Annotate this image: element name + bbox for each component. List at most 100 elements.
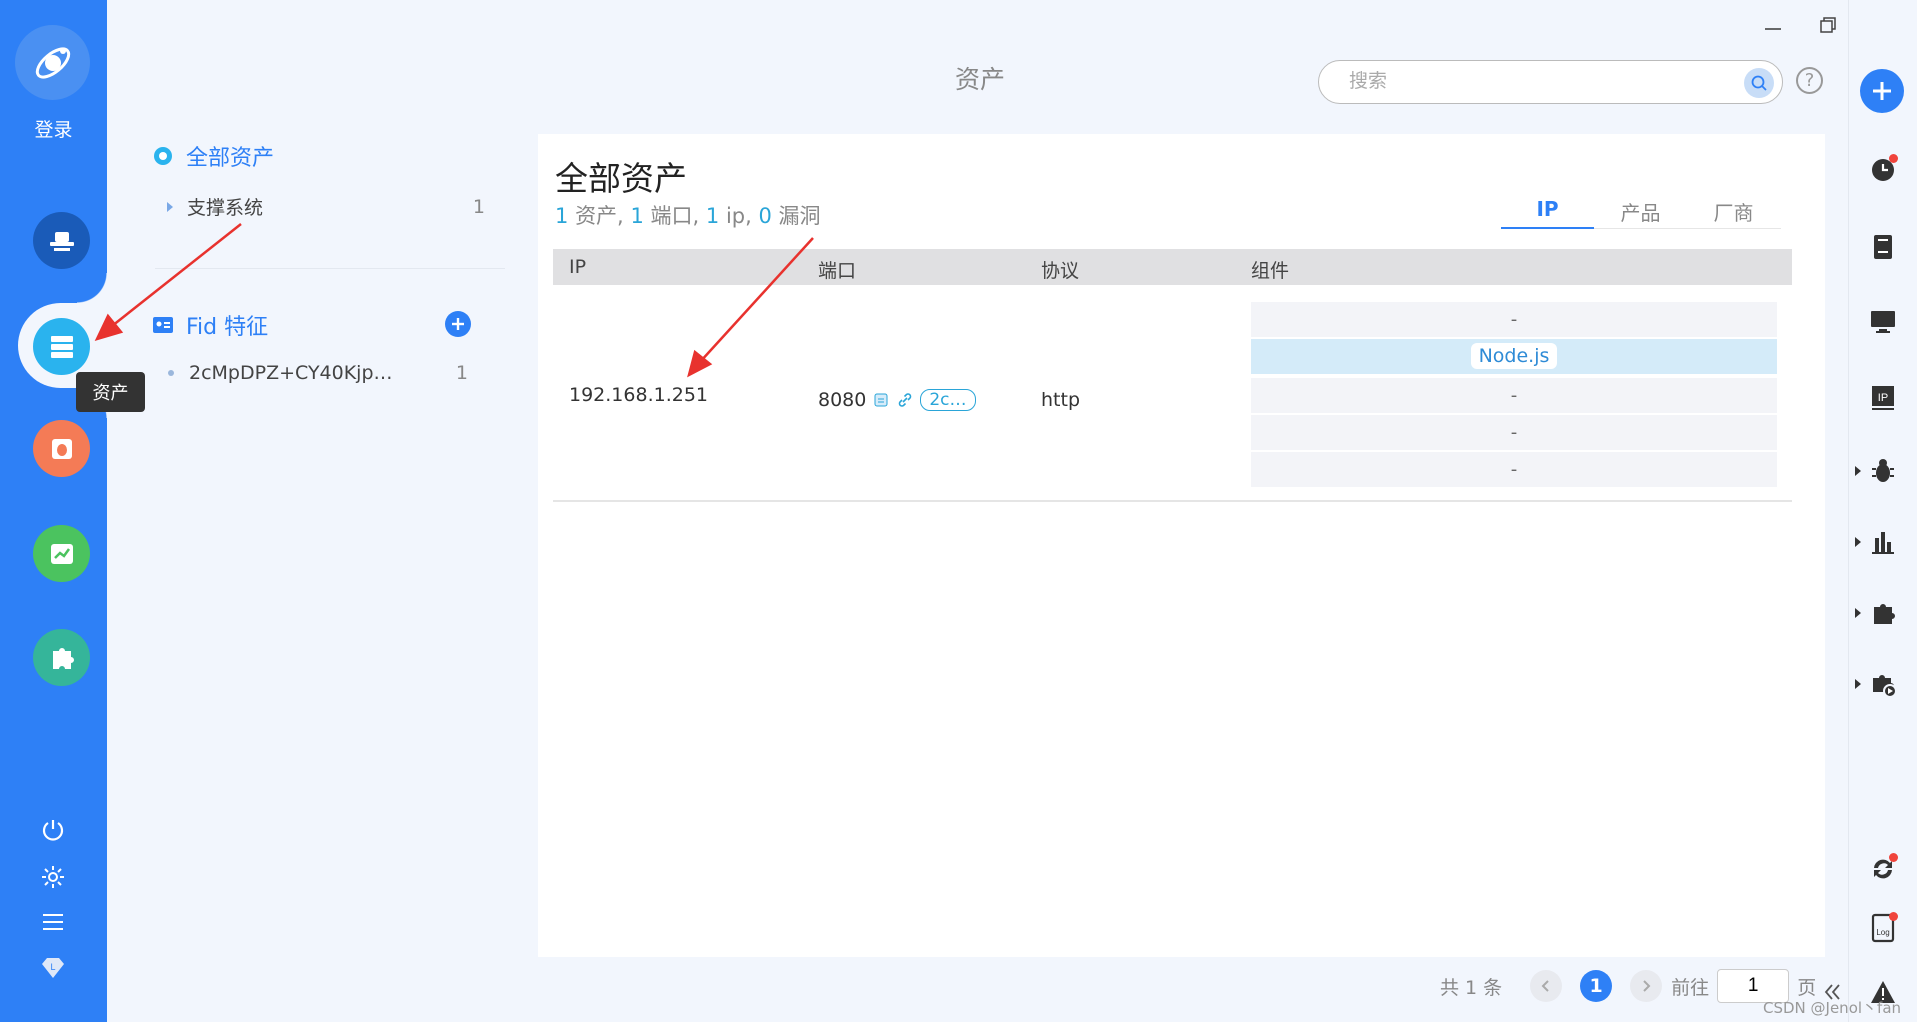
asset-stats: 1 资产, 1 端口, 1 ip, 0 漏洞 [555, 200, 821, 230]
doc-icon[interactable] [872, 391, 890, 409]
vuln-count: 0 [758, 204, 772, 228]
id-card-icon [153, 317, 173, 333]
assets-count: 1 [555, 204, 569, 228]
assets-tooltip: 资产 [76, 372, 145, 412]
chevron-right-icon [1643, 980, 1651, 992]
ip-label: ip, [725, 204, 752, 228]
minimize-icon [1765, 28, 1781, 30]
column-component[interactable]: 组件 [1251, 256, 1289, 283]
row-port-cell: 8080 2c… [818, 389, 976, 411]
link-icon[interactable] [896, 391, 914, 409]
expand-caret-icon [1855, 466, 1861, 476]
sidebar-all-assets[interactable]: 全部资产 [152, 140, 274, 172]
component-tag[interactable]: Node.js [1470, 343, 1558, 369]
nav-item-assets[interactable] [33, 318, 90, 375]
bug-icon [1872, 459, 1894, 482]
goto-label: 前往 [1671, 976, 1710, 999]
svg-text:L: L [50, 962, 55, 972]
fid-item-count: 1 [455, 362, 468, 384]
chevron-left-icon [1541, 980, 1549, 992]
nav-item-vulns[interactable] [33, 420, 90, 477]
ip-button[interactable]: IP [1863, 378, 1903, 418]
prev-page-button[interactable] [1530, 970, 1563, 1002]
log-button[interactable]: Log [1863, 908, 1903, 948]
table-header: IP 端口 协议 组件 [553, 249, 1792, 285]
caret-right-icon [167, 201, 173, 212]
history-button[interactable] [1863, 150, 1903, 190]
tab-product[interactable]: 产品 [1594, 189, 1687, 229]
search-input[interactable] [1349, 69, 1729, 95]
vuln-label: 漏洞 [778, 204, 821, 228]
plugin-run-button[interactable] [1855, 664, 1903, 704]
globe-icon [154, 147, 172, 165]
ports-count: 1 [630, 204, 644, 228]
menu-button[interactable] [37, 906, 69, 938]
gear-icon [42, 866, 64, 888]
chart-icon [50, 543, 73, 564]
puzzle-play-icon [1873, 675, 1897, 698]
minimize-button[interactable] [1755, 10, 1791, 40]
login-label[interactable]: 登录 [0, 115, 107, 142]
power-button[interactable] [37, 814, 69, 846]
expand-caret-icon [1855, 608, 1861, 618]
restore-button[interactable] [1810, 10, 1846, 40]
support-system-count: 1 [472, 195, 485, 218]
panel-title: 全部资产 [555, 159, 687, 198]
column-protocol[interactable]: 协议 [1041, 256, 1079, 283]
plugin-button[interactable] [1855, 593, 1903, 633]
view-tabs: IP 产品 厂商 [1501, 189, 1781, 229]
tab-vendor[interactable]: 厂商 [1687, 189, 1780, 229]
fid-tag[interactable]: 2c… [920, 389, 976, 411]
search-button[interactable] [1744, 68, 1774, 98]
page-number-current[interactable]: 1 [1580, 970, 1613, 1002]
nav-item-plugins[interactable] [33, 629, 90, 686]
sidebar-item-support-system[interactable]: 支撑系统 1 [165, 193, 485, 220]
monitor-button[interactable] [1863, 302, 1903, 342]
assets-label: 资产, [575, 204, 624, 228]
puzzle-icon [52, 647, 74, 669]
ip-count: 1 [705, 204, 720, 228]
sidebar-divider [155, 268, 505, 269]
document-button[interactable] [1863, 227, 1903, 267]
help-button[interactable]: ? [1796, 67, 1823, 94]
tab-ip[interactable]: IP [1501, 189, 1594, 229]
nav-item-hat[interactable] [33, 212, 90, 269]
component-item: - [1251, 302, 1777, 337]
component-item: - [1251, 378, 1777, 413]
plus-icon [1873, 82, 1891, 100]
vip-button[interactable]: L [37, 952, 69, 984]
expand-caret-icon [1855, 537, 1861, 547]
column-ip[interactable]: IP [569, 256, 586, 278]
search-box [1318, 60, 1783, 104]
sidebar-item-fid[interactable]: 2cMpDPZ+CY40Kjp… 1 [168, 362, 468, 384]
logo[interactable] [15, 25, 90, 100]
row-ip[interactable]: 192.168.1.251 [569, 384, 708, 406]
diamond-icon: L [42, 958, 64, 978]
settings-button[interactable] [37, 861, 69, 893]
sidebar-fid-header[interactable]: Fid 特征 [152, 309, 268, 341]
table-row[interactable]: 192.168.1.251 8080 2c… http - Node.js - … [553, 285, 1792, 502]
ports-label: 端口, [650, 204, 700, 228]
vuln-button[interactable] [1855, 451, 1903, 491]
notification-dot [1889, 912, 1898, 921]
column-port[interactable]: 端口 [818, 256, 856, 283]
svg-text:IP: IP [1878, 392, 1888, 404]
left-nav: 登录 L [0, 0, 107, 1022]
nav-item-stats[interactable] [33, 525, 90, 582]
sync-button[interactable] [1863, 849, 1903, 889]
component-item-highlighted[interactable]: Node.js [1251, 339, 1777, 374]
fid-title: Fid 特征 [186, 315, 269, 340]
add-task-button[interactable] [1860, 69, 1904, 113]
page-title: 资产 [954, 65, 1005, 94]
bullet-icon [168, 370, 174, 376]
next-page-button[interactable] [1630, 970, 1663, 1002]
stats-button[interactable] [1855, 522, 1903, 562]
ip-icon: IP [1872, 386, 1894, 410]
puzzle-icon [1874, 604, 1895, 624]
menu-icon [43, 914, 63, 930]
add-fid-button[interactable] [445, 311, 471, 337]
plus-icon [452, 318, 464, 330]
search-icon [1751, 75, 1767, 91]
right-toolbar: IP Log [1848, 0, 1917, 1022]
main-panel: 全部资产 1 资产, 1 端口, 1 ip, 0 漏洞 IP 产品 厂商 IP … [538, 134, 1825, 957]
